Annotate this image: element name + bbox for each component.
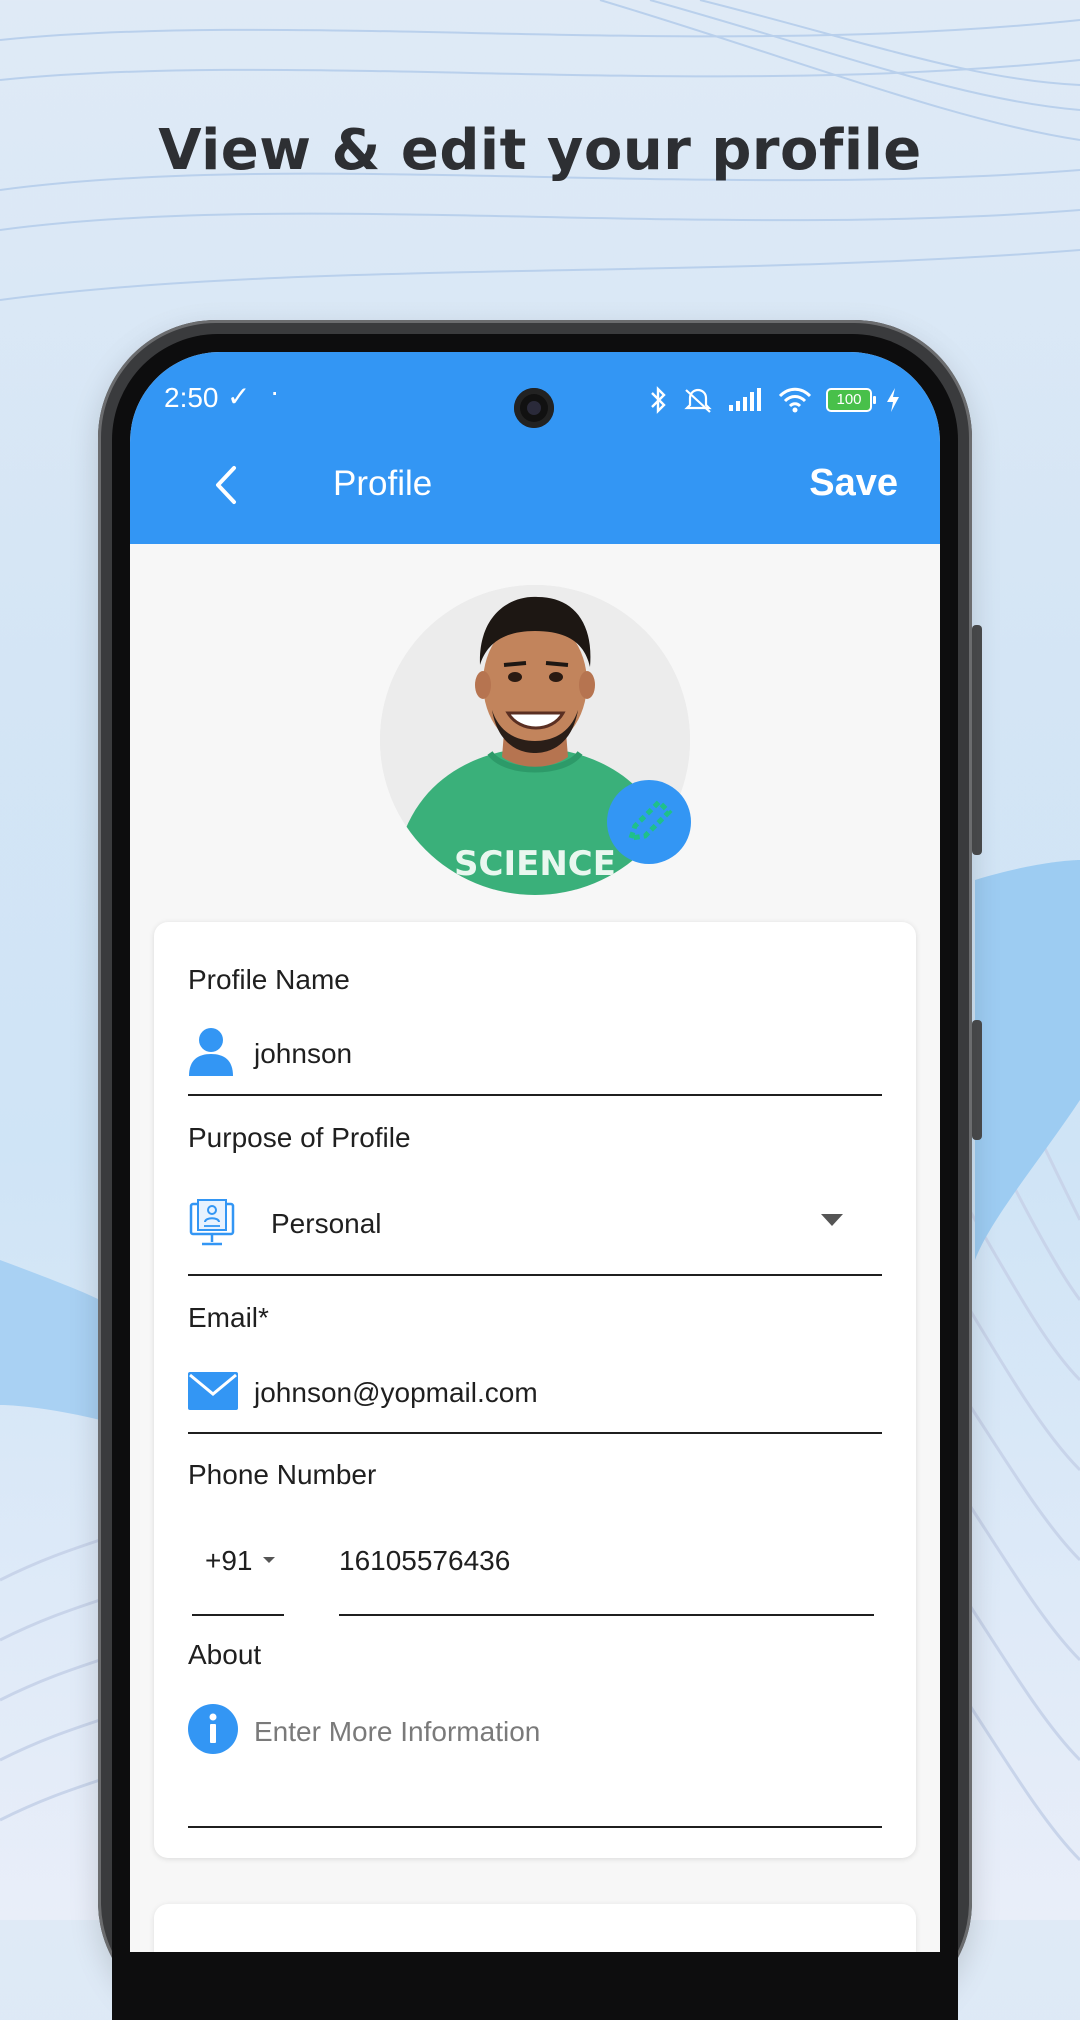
status-time: 2:50 (164, 382, 219, 413)
wifi-icon (778, 387, 812, 413)
back-chevron-icon[interactable] (204, 460, 254, 510)
mute-icon (684, 388, 712, 413)
profile-name-label: Profile Name (188, 964, 350, 995)
purpose-label: Purpose of Profile (188, 1122, 411, 1153)
phone-screen: 2:50 ✓ · 100 Profile Save SCIENCE Profil… (130, 352, 940, 1952)
page-headline: View & edit your profile (158, 118, 922, 183)
email-underline (188, 1432, 882, 1434)
phone-underline (339, 1614, 874, 1616)
profile-form-card: Profile Name johnson Purpose of Profile … (154, 922, 916, 1858)
bluetooth-icon (651, 386, 666, 414)
phone-power-button (972, 1020, 982, 1140)
phone-label: Phone Number (188, 1459, 377, 1490)
save-button[interactable]: Save (809, 462, 898, 505)
dropdown-caret-icon[interactable] (820, 1213, 844, 1227)
battery-icon: 100 (826, 388, 876, 412)
mail-icon (188, 1372, 238, 1410)
status-bar: 2:50 ✓ · 100 (130, 372, 940, 428)
app-bar: 2:50 ✓ · 100 Profile Save (130, 352, 940, 544)
email-label: Email* (188, 1302, 269, 1333)
purpose-underline (188, 1274, 882, 1276)
secondary-card (154, 1904, 916, 1952)
profile-name-input[interactable]: johnson (254, 1038, 352, 1070)
about-underline (188, 1826, 882, 1828)
charging-icon (887, 388, 899, 412)
front-camera (514, 388, 554, 428)
info-icon (188, 1704, 238, 1754)
phone-input[interactable]: 16105576436 (339, 1545, 510, 1577)
email-input[interactable]: johnson@yopmail.com (254, 1377, 538, 1409)
country-code-select[interactable]: +91 (205, 1545, 253, 1577)
phone-volume-button (972, 625, 982, 855)
country-code-underline (192, 1614, 284, 1616)
about-input[interactable]: Enter More Information (254, 1716, 540, 1748)
person-icon (189, 1028, 233, 1076)
country-code-caret-icon[interactable] (262, 1556, 276, 1564)
about-label: About (188, 1639, 262, 1670)
pencil-icon (627, 798, 673, 842)
svg-text:SCIENCE: SCIENCE (454, 844, 616, 884)
status-icons: 100 (648, 380, 900, 420)
app-bar-title: Profile (333, 464, 433, 503)
profile-name-underline (188, 1094, 882, 1096)
edit-photo-button[interactable] (607, 780, 691, 864)
profile-purpose-icon (189, 1199, 235, 1246)
download-done-icon: ✓ (227, 381, 251, 412)
purpose-select[interactable]: Personal (271, 1208, 382, 1240)
notification-dot-icon: · (270, 376, 280, 407)
signal-icon (729, 388, 761, 411)
